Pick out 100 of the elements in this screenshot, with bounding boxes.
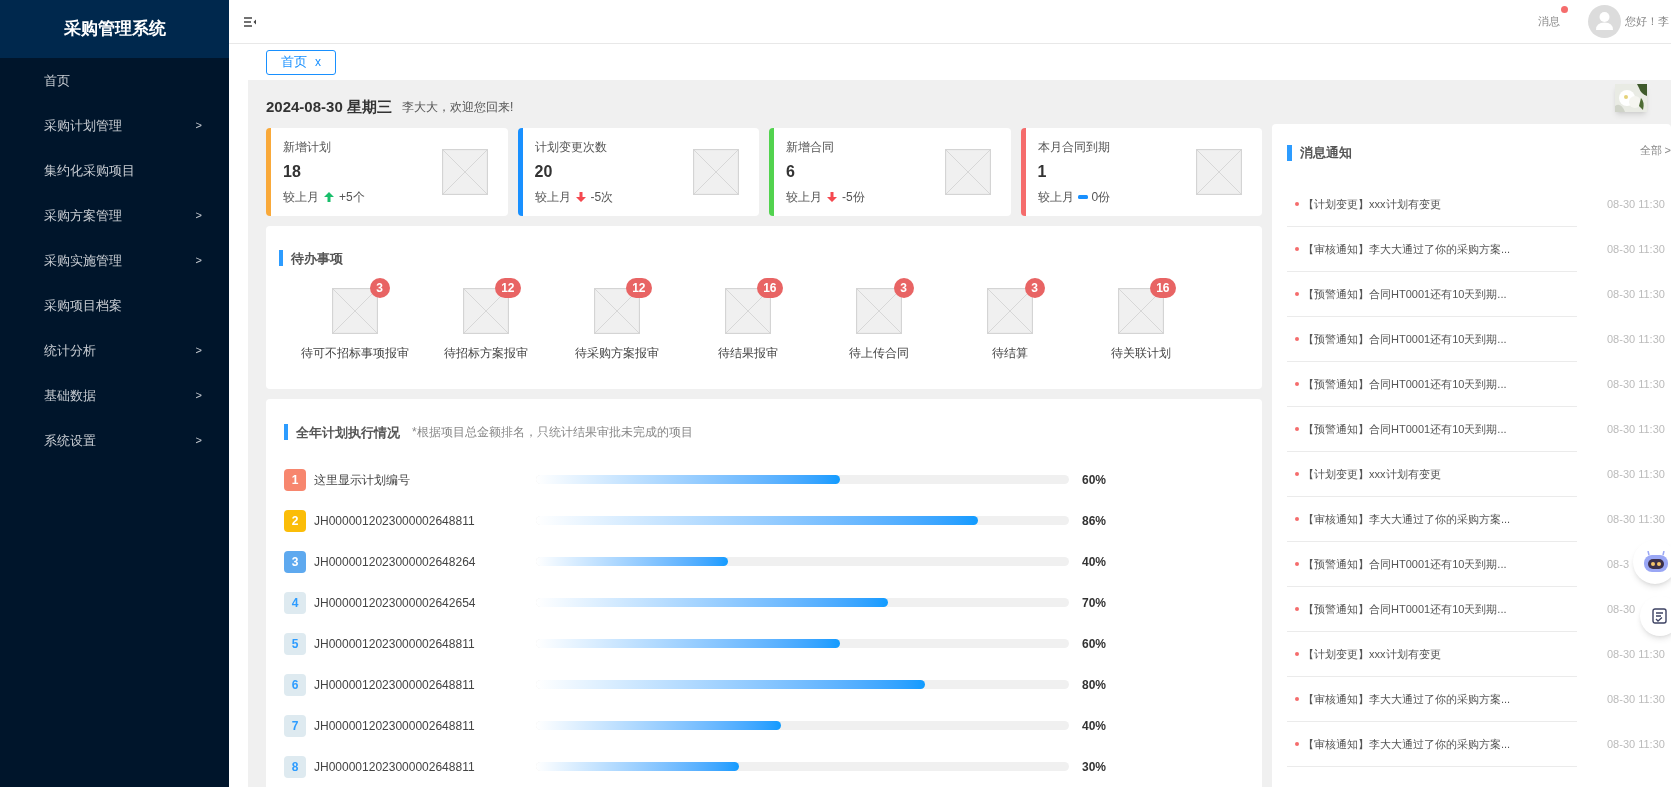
plan-number: JH0000012023000002648811: [314, 512, 476, 530]
rank-badge: 7: [284, 714, 306, 737]
notice-time: 08-30 11:30: [1607, 647, 1665, 663]
notice-text[interactable]: 【预警通知】合同HT0001还有10天到期...: [1303, 600, 1507, 618]
percent-value: 86%: [1082, 512, 1107, 530]
percent-value: 40%: [1082, 553, 1107, 571]
notice-time: 08-30 11:30: [1607, 737, 1665, 753]
notice-text[interactable]: 【预警通知】合同HT0001还有10天到期...: [1303, 420, 1507, 438]
rank-badge: 5: [284, 632, 306, 655]
percent-value: 70%: [1082, 594, 1107, 612]
image-placeholder-icon: [441, 148, 488, 195]
notice-time: 08-30 11:30: [1607, 422, 1665, 438]
checklist-icon: [1652, 608, 1667, 624]
todo-item[interactable]: 16 待结果报审: [682, 278, 813, 363]
user-greeting: 您好！李: [1625, 14, 1669, 30]
todo-item[interactable]: 3 待结算: [944, 278, 1075, 363]
stat-value: 20: [534, 161, 554, 182]
todo-item[interactable]: 12 待招标方案报审: [420, 278, 551, 363]
plan-number: 这里显示计划编号: [314, 471, 411, 489]
sidebar-item[interactable]: 采购方案管理 >: [0, 193, 229, 238]
count-badge: 16: [757, 278, 783, 299]
plan-number: JH0000012023000002648811: [314, 635, 476, 653]
notice-time: 08-30 11:30: [1607, 287, 1665, 303]
percent-value: 30%: [1082, 758, 1107, 776]
notice-time: 08-30 11:30: [1607, 692, 1665, 708]
section-title: 消息通知: [1300, 144, 1352, 163]
rank-badge: 8: [284, 755, 306, 778]
notice-text[interactable]: 【计划变更】xxx计划有变更: [1303, 645, 1441, 663]
notice-text[interactable]: 【计划变更】xxx计划有变更: [1303, 195, 1441, 213]
sidebar-item[interactable]: 采购项目档案: [0, 283, 229, 328]
count-badge: 3: [893, 278, 914, 299]
notice-text[interactable]: 【审核通知】李大大通过了你的采购方案...: [1303, 510, 1511, 528]
notice-time: 08-3: [1607, 557, 1630, 573]
welcome-text: 李大大，欢迎您回来!: [401, 98, 514, 116]
stat-label: 本月合同到期: [1037, 138, 1111, 156]
todo-item[interactable]: 12 待采购方案报审: [551, 278, 682, 363]
section-title: 待办事项: [291, 249, 343, 268]
messages-link[interactable]: 消息: [1538, 13, 1560, 30]
image-placeholder-icon: [331, 288, 378, 335]
robot-icon: [1643, 551, 1669, 573]
notice-text[interactable]: 【预警通知】合同HT0001还有10天到期...: [1303, 330, 1507, 348]
percent-value: 60%: [1082, 471, 1107, 489]
notice-text[interactable]: 【审核通知】李大大通过了你的采购方案...: [1303, 735, 1511, 753]
count-badge: 3: [369, 278, 390, 299]
count-badge: 12: [626, 278, 652, 299]
image-placeholder-icon: [986, 288, 1033, 335]
image-placeholder-icon: [855, 288, 902, 335]
plan-number: JH0000012023000002648264: [314, 553, 477, 571]
notice-time: 08-30 11:30: [1607, 332, 1665, 348]
sidebar-item[interactable]: 首页: [0, 58, 229, 103]
accent-bar: [284, 424, 288, 441]
compare-label: 较上月: [534, 188, 571, 206]
stat-label: 新增计划: [283, 138, 332, 156]
image-placeholder-icon: [944, 148, 991, 195]
notice-text[interactable]: 【计划变更】xxx计划有变更: [1303, 465, 1441, 483]
notice-time: 08-30 11:30: [1607, 197, 1665, 213]
sidebar-item[interactable]: 集约化采购项目: [0, 148, 229, 193]
stat-delta: -5份: [842, 188, 865, 206]
rank-badge: 3: [284, 550, 306, 573]
view-all-link[interactable]: 全部 >: [1639, 141, 1671, 159]
count-badge: 12: [495, 278, 521, 299]
notice-text[interactable]: 【预警通知】合同HT0001还有10天到期...: [1303, 375, 1507, 393]
notice-text[interactable]: 【审核通知】李大大通过了你的采购方案...: [1303, 690, 1511, 708]
stat-value: 1: [1037, 161, 1048, 182]
todo-item[interactable]: 16 待关联计划: [1075, 278, 1206, 363]
app-title: 采购管理系统: [63, 18, 166, 41]
date-text: 2024-08-30 星期三: [266, 96, 392, 117]
todo-item[interactable]: 3 待上传合同: [813, 278, 944, 363]
stat-delta: -5次: [590, 188, 614, 206]
rank-badge: 4: [284, 591, 306, 614]
stat-value: 18: [283, 161, 302, 182]
rank-badge: 6: [284, 673, 306, 696]
rank-badge: 1: [284, 468, 306, 491]
accent-bar: [279, 250, 283, 267]
stat-delta: 0份: [1091, 188, 1111, 206]
section-title: 全年计划执行情况: [296, 423, 400, 442]
notice-text[interactable]: 【预警通知】合同HT0001还有10天到期...: [1303, 555, 1507, 573]
accent-bar: [1287, 145, 1292, 161]
todo-item[interactable]: 3 待可不招标事项报审: [289, 278, 420, 363]
notice-time: 08-30 11:30: [1607, 242, 1665, 258]
menu-collapse-icon[interactable]: [243, 15, 257, 28]
sidebar-item[interactable]: 统计分析 >: [0, 328, 229, 373]
notice-time: 08-30 11:30: [1607, 377, 1665, 393]
count-badge: 3: [1024, 278, 1045, 299]
sidebar-item[interactable]: 采购计划管理 >: [0, 103, 229, 148]
compare-label: 较上月: [283, 188, 319, 206]
plan-number: JH0000012023000002648811: [314, 676, 476, 694]
notice-time: 08-30 11:30: [1607, 467, 1665, 483]
notice-time: 08-30 11:30: [1607, 512, 1665, 528]
notice-text[interactable]: 【审核通知】李大大通过了你的采购方案...: [1303, 240, 1511, 258]
stat-delta: +5个: [339, 188, 365, 206]
image-placeholder-icon: [693, 148, 739, 195]
sidebar-item[interactable]: 基础数据 >: [0, 373, 229, 418]
sidebar-item[interactable]: 系统设置 >: [0, 418, 229, 463]
plan-number: JH0000012023000002642654: [314, 594, 477, 612]
notice-text[interactable]: 【预警通知】合同HT0001还有10天到期...: [1303, 285, 1507, 303]
sidebar-item[interactable]: 采购实施管理 >: [0, 238, 229, 283]
stat-label: 新增合同: [786, 138, 835, 156]
rank-badge: 2: [284, 509, 306, 532]
count-badge: 16: [1150, 278, 1176, 299]
